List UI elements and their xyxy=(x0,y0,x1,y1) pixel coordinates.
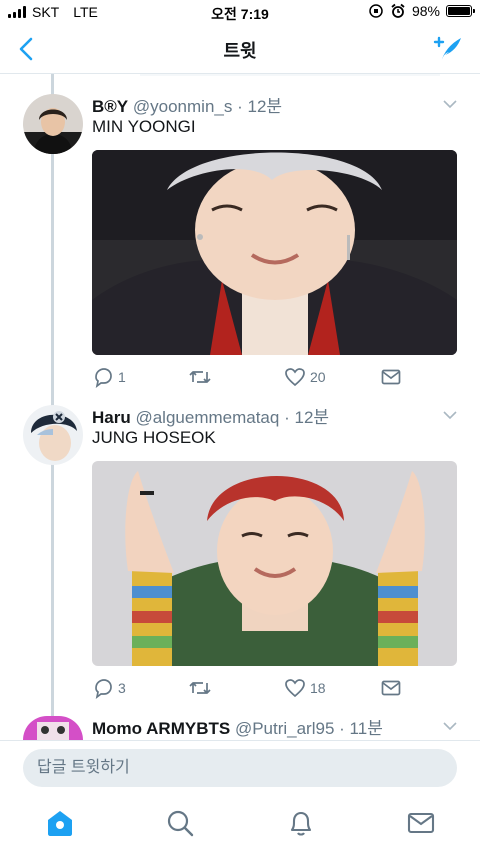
tweet-photo[interactable] xyxy=(92,461,457,666)
page-title: 트윗 xyxy=(223,41,257,61)
avatar[interactable] xyxy=(23,716,83,740)
tweet-header: B®Y @yoonmin_s · 12분 xyxy=(92,92,282,117)
retweet-action[interactable] xyxy=(188,677,216,699)
tab-bar xyxy=(0,796,480,853)
like-count: 20 xyxy=(310,369,326,385)
display-name[interactable]: Haru xyxy=(92,408,131,427)
reply-count: 3 xyxy=(118,680,126,696)
reply-icon xyxy=(95,368,112,388)
user-handle[interactable]: @Putri_arl95 xyxy=(235,719,334,738)
reply-bar xyxy=(0,740,480,796)
retweet-icon xyxy=(189,682,211,694)
avatar[interactable] xyxy=(23,405,83,465)
reply-action[interactable]: 3 xyxy=(92,677,126,699)
display-name[interactable]: B®Y xyxy=(92,97,128,116)
battery-percent: 98% xyxy=(411,3,440,19)
like-action[interactable]: 18 xyxy=(284,677,326,699)
chevron-down-icon[interactable] xyxy=(442,407,458,423)
alarm-icon xyxy=(391,3,405,18)
heart-icon xyxy=(285,679,305,698)
search-icon[interactable] xyxy=(165,808,195,838)
tweet-time[interactable]: 11분 xyxy=(350,719,383,738)
home-icon[interactable] xyxy=(45,808,75,838)
tweet-photo[interactable] xyxy=(92,150,457,355)
battery-fill xyxy=(448,7,470,15)
retweet-action[interactable] xyxy=(188,366,216,388)
tweet-header: Momo ARMYBTS @Putri_arl95 · 11분 xyxy=(92,714,383,739)
share-action[interactable] xyxy=(380,366,402,388)
user-handle[interactable]: @yoonmin_s xyxy=(133,97,232,116)
retweet-icon xyxy=(189,371,211,383)
avatar[interactable] xyxy=(23,94,83,154)
battery-icon xyxy=(446,5,475,17)
like-action[interactable]: 20 xyxy=(284,366,326,388)
share-action[interactable] xyxy=(380,677,402,699)
tweet-time[interactable]: 12분 xyxy=(295,408,330,427)
mail-icon[interactable] xyxy=(406,808,436,838)
nav-bar: 트윗 xyxy=(0,24,480,74)
tweet-text: MIN YOONGI xyxy=(92,117,196,136)
reply-icon xyxy=(95,679,112,699)
tweet-text: JUNG HOSEOK xyxy=(92,428,216,447)
bell-icon[interactable] xyxy=(286,808,316,838)
separator: · xyxy=(237,97,243,116)
chevron-down-icon[interactable] xyxy=(442,718,458,734)
previous-tweet-edge xyxy=(140,74,440,76)
status-right: 98% xyxy=(368,3,475,19)
reply-action[interactable]: 1 xyxy=(92,366,126,388)
tweet-header: Haru @alguemmemataq · 12분 xyxy=(92,403,329,428)
reply-input[interactable] xyxy=(23,749,457,787)
chevron-down-icon[interactable] xyxy=(442,96,458,112)
mail-icon xyxy=(381,369,401,385)
heart-icon xyxy=(285,368,305,387)
tweet-actions: 1 20 xyxy=(92,366,412,390)
reply-count: 1 xyxy=(118,369,126,385)
user-handle[interactable]: @alguemmemataq xyxy=(135,408,279,427)
status-bar: SKT LTE 오전 7:19 98% xyxy=(0,0,480,24)
tweet-time[interactable]: 12분 xyxy=(248,97,283,116)
tweet-actions: 3 18 xyxy=(92,677,412,701)
separator: · xyxy=(284,408,290,427)
mail-icon xyxy=(381,680,401,696)
separator: · xyxy=(339,719,345,738)
compose-tweet-icon[interactable] xyxy=(430,32,464,66)
like-count: 18 xyxy=(310,680,326,696)
display-name[interactable]: Momo ARMYBTS xyxy=(92,719,230,738)
orientation-lock-icon xyxy=(369,4,383,18)
